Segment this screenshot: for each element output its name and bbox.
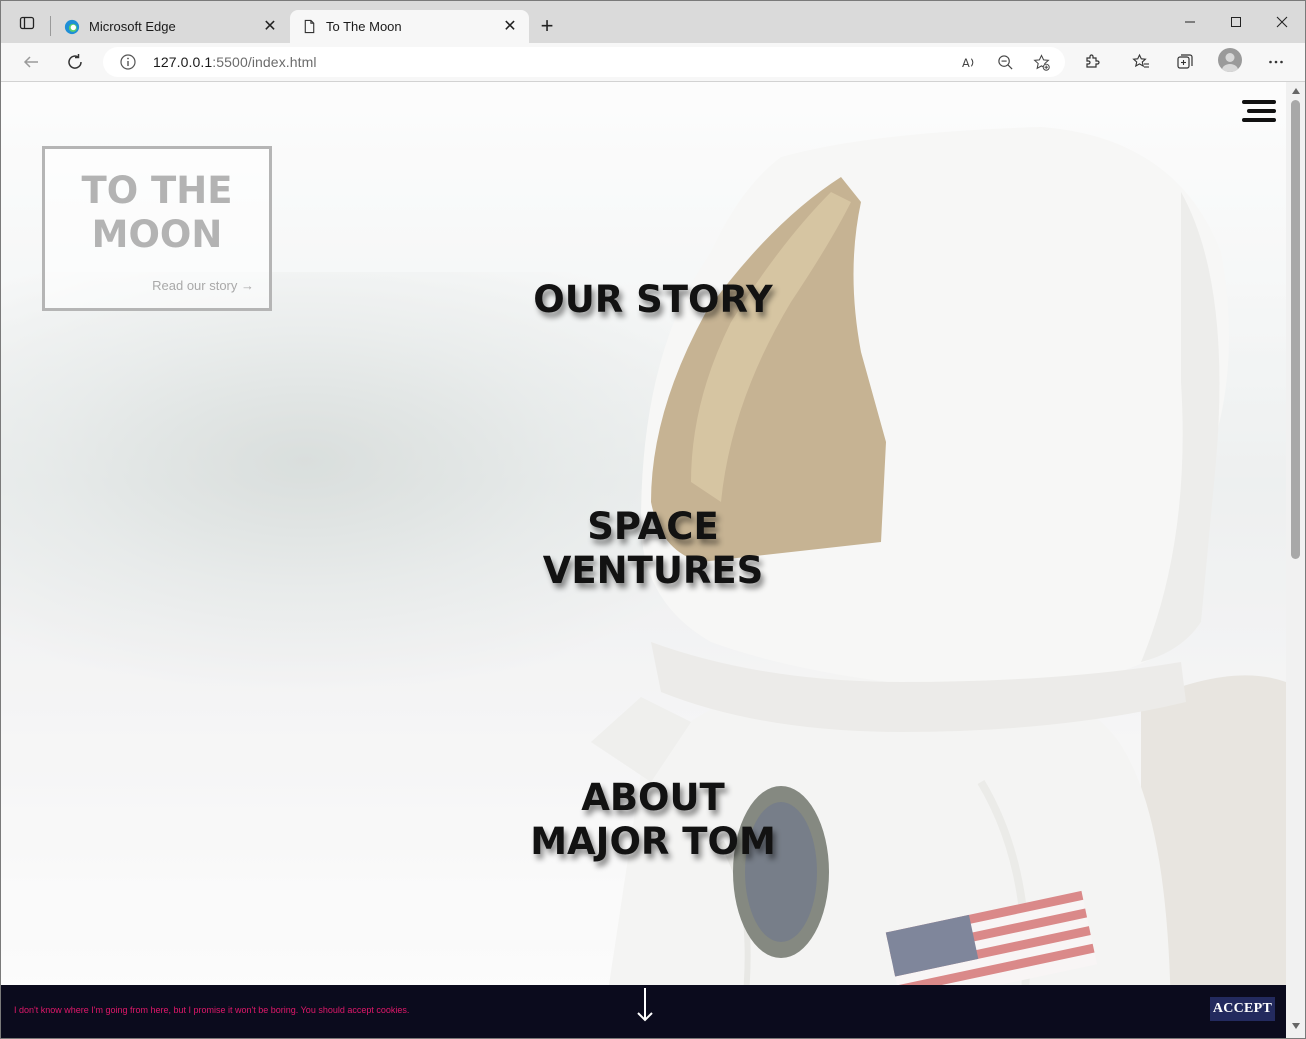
scroll-down-icon[interactable] <box>1290 1021 1301 1031</box>
minimize-button[interactable] <box>1167 7 1213 37</box>
minimize-icon <box>1185 21 1195 23</box>
url-path: :5500/index.html <box>212 54 317 70</box>
new-tab-button[interactable]: + <box>533 13 561 41</box>
tab-separator <box>50 16 51 36</box>
tab-close-icon[interactable]: ✕ <box>261 18 279 36</box>
extensions-button[interactable] <box>1077 47 1107 77</box>
edge-logo-icon <box>63 18 81 36</box>
more-icon <box>1269 60 1283 64</box>
collections-button[interactable] <box>1170 47 1200 77</box>
tab-title: Microsoft Edge <box>89 19 176 34</box>
menu-bar <box>1242 100 1276 104</box>
collections-icon <box>1177 54 1193 69</box>
back-arrow-icon <box>23 56 38 68</box>
scrollbar-thumb[interactable] <box>1291 100 1300 559</box>
url-host: 127.0.0.1 <box>153 54 213 70</box>
scroll-down-arrow-icon[interactable] <box>635 987 655 1023</box>
back-button[interactable] <box>16 47 46 77</box>
add-favorite-icon[interactable] <box>1031 52 1051 72</box>
scroll-up-icon[interactable] <box>1290 86 1301 96</box>
read-aloud-icon[interactable]: A <box>959 52 979 72</box>
favorites-button[interactable] <box>1126 47 1156 77</box>
accept-cookies-button[interactable]: ACCEPT <box>1210 997 1275 1021</box>
url-text[interactable]: 127.0.0.1:5500/index.html <box>153 54 317 70</box>
info-icon[interactable] <box>119 53 137 71</box>
profile-avatar[interactable] <box>1218 48 1242 72</box>
cookie-message: I don't know where I'm going from here, … <box>14 1005 410 1015</box>
menu-bar <box>1242 118 1276 122</box>
zoom-out-icon[interactable] <box>995 52 1015 72</box>
brand-card: TO THE MOON Read our story → <box>42 146 272 311</box>
read-our-story-link[interactable]: Read our story → <box>152 278 254 293</box>
favorites-icon <box>1132 53 1149 68</box>
brand-title: TO THE MOON <box>81 169 233 256</box>
page-icon <box>300 18 318 36</box>
tab-strip: Microsoft Edge ✕ To The Moon ✕ + <box>1 1 1305 43</box>
tab-to-the-moon[interactable]: To The Moon ✕ <box>290 10 529 43</box>
profile-icon <box>1222 53 1238 72</box>
page-scrollbar[interactable] <box>1286 82 1305 1038</box>
svg-text:A: A <box>961 56 969 70</box>
hamburger-menu-button[interactable] <box>1242 100 1276 124</box>
menu-bar <box>1247 109 1276 113</box>
close-window-button[interactable] <box>1259 7 1305 37</box>
nav-link-space-ventures[interactable]: SPACE VENTURES <box>443 505 863 593</box>
browser-window: Microsoft Edge ✕ To The Moon ✕ + 127.0.0… <box>0 0 1306 1039</box>
close-icon <box>1276 16 1288 28</box>
page-viewport: TO THE MOON Read our story → OUR STORY S… <box>1 82 1286 1038</box>
tab-title: To The Moon <box>326 19 402 34</box>
cookie-banner: I don't know where I'm going from here, … <box>1 985 1286 1038</box>
refresh-icon <box>68 54 82 69</box>
tab-close-icon[interactable]: ✕ <box>501 18 519 36</box>
tab-actions-icon <box>19 16 35 30</box>
tab-microsoft-edge[interactable]: Microsoft Edge ✕ <box>53 10 289 43</box>
maximize-button[interactable] <box>1213 7 1259 37</box>
tab-actions-button[interactable] <box>7 9 47 37</box>
address-bar[interactable]: 127.0.0.1:5500/index.html A <box>103 47 1065 77</box>
refresh-button[interactable] <box>60 47 90 77</box>
nav-link-about-major-tom[interactable]: ABOUT MAJOR TOM <box>443 776 863 864</box>
nav-link-our-story[interactable]: OUR STORY <box>443 278 863 322</box>
extensions-icon <box>1086 54 1100 68</box>
more-options-button[interactable] <box>1261 47 1291 77</box>
maximize-icon <box>1231 17 1241 27</box>
browser-toolbar: 127.0.0.1:5500/index.html A <box>1 43 1305 82</box>
